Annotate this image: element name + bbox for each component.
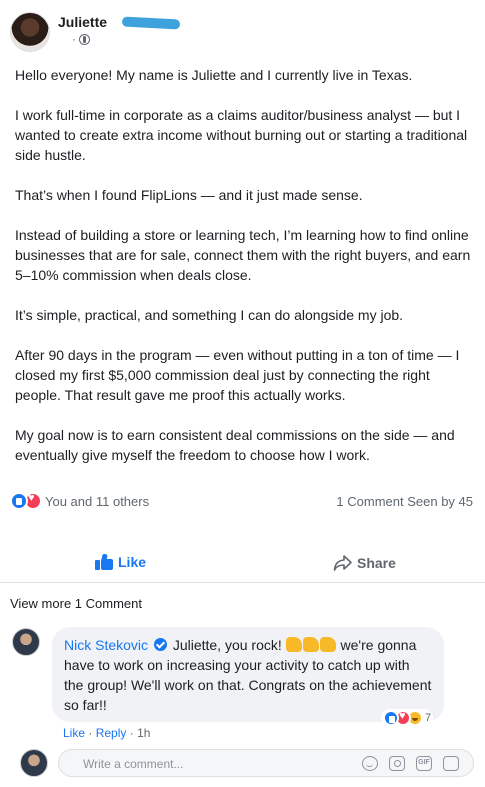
like-reaction-icon	[10, 492, 28, 510]
emoji-icon[interactable]	[362, 756, 378, 771]
thumbs-up-icon	[95, 553, 113, 570]
comment-text-start: Juliette, you rock!	[172, 637, 282, 653]
current-user-avatar	[20, 749, 48, 777]
comment-time[interactable]: 1h	[137, 726, 150, 740]
comment-like-link[interactable]: Like	[63, 726, 85, 740]
reaction-summary-text[interactable]: You and 11 others	[45, 494, 149, 509]
share-button[interactable]: Share	[333, 554, 396, 572]
verified-badge-icon	[153, 638, 167, 651]
camera-icon[interactable]	[389, 756, 405, 771]
reaction-summary[interactable]: You and 11 others	[10, 492, 149, 510]
post-meta: ·	[72, 32, 90, 46]
meta-separator: ·	[72, 32, 76, 46]
flexed-biceps-emoji	[285, 637, 337, 653]
comment-meta-separator: ·	[88, 726, 93, 740]
post-paragraph: Instead of building a store or learning …	[15, 227, 471, 283]
author-name[interactable]: Juliette	[58, 14, 107, 30]
divider	[0, 582, 485, 583]
post-paragraph: After 90 days in the program — even with…	[15, 347, 460, 403]
post-paragraph: My goal now is to earn consistent deal c…	[15, 427, 455, 463]
comment-reply-link[interactable]: Reply	[96, 726, 127, 740]
post-body: Hello everyone! My name is Juliette and …	[15, 65, 473, 485]
comment-meta-separator: ·	[129, 726, 134, 740]
gif-icon[interactable]: GIF	[416, 756, 432, 771]
comment-reaction-count: 7	[425, 712, 432, 724]
like-button[interactable]: Like	[95, 553, 147, 570]
post-paragraph: It’s simple, practical, and something I …	[15, 307, 404, 323]
commenter-avatar[interactable]	[12, 628, 40, 656]
author-avatar[interactable]	[10, 12, 50, 52]
globe-icon[interactable]	[79, 33, 90, 45]
post-header: Juliette ·	[10, 8, 470, 52]
like-reaction-icon	[383, 710, 399, 726]
comment-composer[interactable]: GIF	[58, 749, 474, 777]
comment-bubble: Nick Stekovic Juliette, you rock! we're …	[52, 627, 444, 722]
redaction-scribble	[121, 16, 181, 30]
comment-seen-counts[interactable]: 1 Comment Seen by 45	[336, 494, 473, 509]
like-button-label: Like	[118, 554, 147, 570]
view-more-comments-link[interactable]: View more 1 Comment	[10, 596, 142, 611]
action-bar: Like Share	[0, 548, 485, 578]
share-icon	[333, 555, 352, 571]
post-paragraph: I work full-time in corporate as a claim…	[15, 107, 468, 163]
sticker-icon[interactable]	[443, 756, 459, 771]
composer-tools: GIF	[362, 756, 459, 771]
commenter-name[interactable]: Nick Stekovic	[64, 637, 148, 653]
share-button-label: Share	[357, 555, 396, 571]
comment-reactions[interactable]: 7	[381, 709, 434, 727]
comment-input[interactable]	[83, 755, 343, 773]
post-paragraph: That’s when I found FlipLions — and it j…	[15, 187, 363, 203]
comment-meta: Like · Reply · 1h	[63, 726, 150, 740]
post-paragraph: Hello everyone! My name is Juliette and …	[15, 67, 413, 83]
